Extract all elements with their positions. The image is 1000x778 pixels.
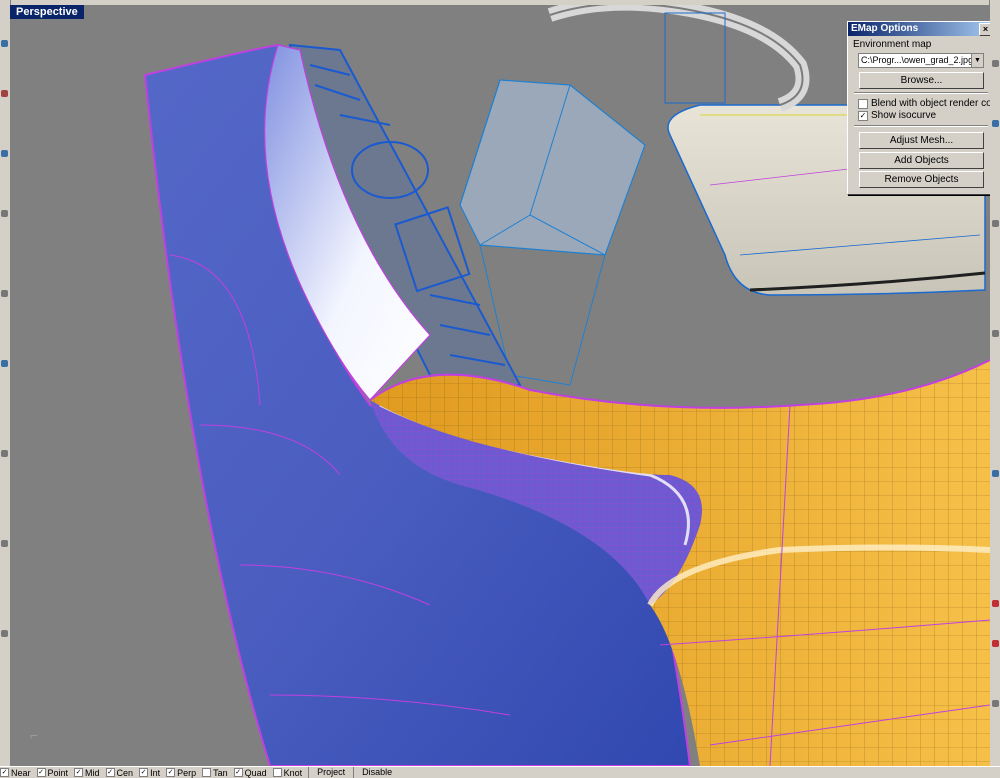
snap-checkbox[interactable]: ✓ — [0, 768, 9, 777]
tool-icon[interactable] — [1, 210, 8, 217]
env-map-value: C:\Progr...\owen_grad_2.jpg — [861, 55, 974, 65]
scene-render[interactable] — [10, 5, 990, 766]
tool-icon[interactable] — [1, 630, 8, 637]
snap-int[interactable]: ✓ Int — [139, 767, 160, 778]
blend-checkbox[interactable] — [858, 98, 868, 109]
browse-button[interactable]: Browse... — [859, 72, 984, 89]
dialog-title: EMap Options — [851, 23, 919, 34]
tool-icon[interactable] — [1, 290, 8, 297]
osnap-status-bar[interactable]: ✓ Near ✓ Point ✓ Mid ✓ Cen ✓ Int ✓ Perp Tan ✓ Q… — [0, 766, 1000, 778]
snap-tan[interactable]: Tan — [202, 767, 228, 778]
snap-checkbox[interactable]: ✓ — [139, 768, 149, 777]
snap-checkbox[interactable]: ✓ — [105, 768, 115, 777]
snap-point[interactable]: ✓ Point — [36, 767, 69, 778]
isocurve-checkbox[interactable]: ✓ — [858, 110, 868, 121]
project-button[interactable]: Project — [308, 767, 353, 778]
divider — [854, 92, 988, 94]
tool-icon[interactable] — [992, 120, 999, 127]
isocurve-label: Show isocurve — [871, 110, 937, 121]
add-objects-button[interactable]: Add Objects — [859, 152, 984, 169]
close-icon[interactable]: × — [979, 23, 990, 36]
env-map-select[interactable]: C:\Progr...\owen_grad_2.jpg ▼ — [858, 53, 984, 68]
snap-checkbox[interactable] — [202, 768, 212, 777]
tool-icon[interactable] — [992, 330, 999, 337]
remove-objects-button[interactable]: Remove Objects — [859, 171, 984, 188]
emap-options-dialog[interactable]: EMap Options × Environment map C:\Progr.… — [847, 21, 990, 195]
snap-label: Near — [11, 767, 31, 778]
snap-checkbox[interactable]: ✓ — [166, 768, 176, 777]
snap-label: Point — [47, 767, 69, 778]
blend-label: Blend with object render color — [871, 98, 990, 109]
tool-icon[interactable] — [1, 540, 8, 547]
snap-cen[interactable]: ✓ Cen — [105, 767, 134, 778]
snap-label: Quad — [244, 767, 267, 778]
snap-label: Tan — [213, 767, 228, 778]
snap-mid[interactable]: ✓ Mid — [74, 767, 100, 778]
snap-perp[interactable]: ✓ Perp — [166, 767, 196, 778]
snap-quad[interactable]: ✓ Quad — [233, 767, 267, 778]
tool-icon[interactable] — [992, 220, 999, 227]
snap-checkbox[interactable] — [272, 768, 282, 777]
snap-label: Knot — [283, 767, 303, 778]
blend-checkbox-row[interactable]: Blend with object render color — [858, 98, 990, 109]
right-toolbar[interactable] — [989, 0, 1000, 766]
tool-icon[interactable] — [1, 90, 8, 97]
snap-label: Mid — [85, 767, 100, 778]
adjust-mesh-button[interactable]: Adjust Mesh... — [859, 132, 984, 149]
divider — [854, 125, 988, 127]
snap-near[interactable]: ✓ Near — [0, 767, 31, 778]
tool-icon[interactable] — [992, 470, 999, 477]
tool-icon[interactable] — [992, 600, 999, 607]
env-map-label: Environment map — [853, 39, 932, 50]
snap-label: Perp — [177, 767, 197, 778]
tool-icon[interactable] — [992, 640, 999, 647]
dropdown-arrow-icon[interactable]: ▼ — [971, 54, 983, 67]
tool-icon[interactable] — [1, 150, 8, 157]
dialog-titlebar[interactable]: EMap Options × — [848, 22, 990, 36]
isocurve-checkbox-row[interactable]: ✓ Show isocurve — [858, 110, 936, 121]
snap-label: Cen — [116, 767, 134, 778]
snap-checkbox[interactable]: ✓ — [36, 768, 46, 777]
disable-button[interactable]: Disable — [353, 767, 400, 778]
tool-icon[interactable] — [992, 700, 999, 707]
tool-icon[interactable] — [992, 60, 999, 67]
perspective-viewport[interactable]: Perspective ⌐ EMap Options × Environment… — [10, 5, 990, 766]
snap-checkbox[interactable]: ✓ — [74, 768, 84, 777]
tool-icon[interactable] — [1, 450, 8, 457]
snap-checkbox[interactable]: ✓ — [233, 768, 243, 777]
snap-label: Int — [150, 767, 161, 778]
snap-knot[interactable]: Knot — [272, 767, 303, 778]
world-axis-icon: ⌐ — [30, 727, 39, 743]
tool-icon[interactable] — [1, 40, 8, 47]
tool-icon[interactable] — [1, 360, 8, 367]
viewport-title[interactable]: Perspective — [10, 5, 84, 19]
